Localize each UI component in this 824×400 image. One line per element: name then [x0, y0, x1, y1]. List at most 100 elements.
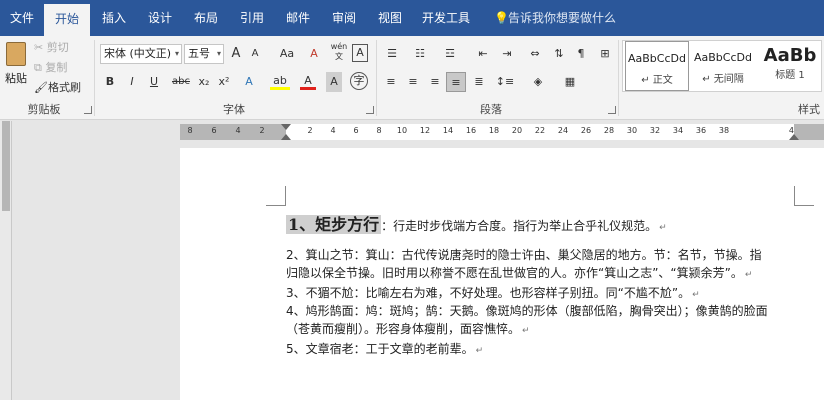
justify-button[interactable]: ≡	[446, 72, 466, 92]
style-no-spacing[interactable]: AaBbCcDd ↵ 无间隔	[691, 41, 755, 91]
line-text: 5、文章宿老：工于文章的老前辈。	[286, 342, 474, 356]
increase-indent-button[interactable]: ⇥	[498, 44, 516, 64]
line-text: 4、鸠形鹄面：鸠：斑鸠；鹄：天鹅。像斑鸠的形体（腹部低陷，胸骨突出）；像黄鹄的脸…	[286, 304, 768, 318]
shrink-font-button[interactable]: A	[248, 44, 262, 64]
grow-font-button[interactable]: A	[228, 44, 244, 64]
italic-button[interactable]: I	[124, 72, 140, 92]
copy-button[interactable]: ⧉ 复制	[34, 58, 78, 78]
body-line[interactable]: 5、文章宿老：工于文章的老前辈。 ↵	[286, 340, 483, 360]
underline-button[interactable]: U	[146, 72, 162, 92]
body-line[interactable]: 归隐以保全节操。旧时用以称誉不愿在乱世做官的人。亦作“箕山之志”、“箕颍余芳”。…	[286, 264, 752, 284]
font-size-select[interactable]: 五号 ▾	[184, 44, 224, 64]
paragraph-launcher-icon[interactable]	[608, 106, 616, 114]
tab-review[interactable]: 审阅	[322, 0, 366, 36]
body-line[interactable]: 4、鸠形鹄面：鸠：斑鸠；鹄：天鹅。像斑鸠的形体（腹部低陷，胸骨突出）；像黄鹄的脸…	[286, 302, 768, 320]
font-name-value: 宋体 (中文正)	[104, 47, 172, 60]
borders-button[interactable]: ▦	[560, 72, 580, 92]
right-indent-marker-icon[interactable]	[789, 134, 799, 140]
change-case-button[interactable]: Aa	[274, 44, 300, 64]
tab-view[interactable]: 视图	[368, 0, 412, 36]
style-heading-1[interactable]: AaBb 标题 1	[757, 41, 823, 91]
body-line[interactable]: （苍黄而瘦削）。形容身体瘦削，面容憔悴。 ↵	[286, 320, 530, 340]
cut-button[interactable]: ✂ 剪切	[34, 38, 78, 58]
line-text: 归隐以保全节操。旧时用以称誉不愿在乱世做官的人。亦作“箕山之志”、“箕颍余芳”。	[286, 266, 743, 280]
outdent-icon: ⇤	[478, 47, 488, 60]
tab-mailings[interactable]: 邮件	[276, 0, 320, 36]
cut-label: 剪切	[46, 41, 69, 54]
enclose-characters-button[interactable]: 字	[350, 72, 368, 90]
body-line[interactable]: 2、箕山之节：箕山：古代传说唐尧时的隐士许由、巢父隐居的地方。节：名节，节操。指	[286, 246, 762, 264]
line-spacing-icon: ↕≡	[495, 75, 515, 88]
ruler-tick: 32	[649, 126, 661, 135]
tab-developer[interactable]: 开发工具	[414, 0, 478, 36]
ruler-tick: 6	[211, 126, 217, 135]
tab-home[interactable]: 开始	[44, 4, 90, 36]
ruler-tick: 38	[718, 126, 730, 135]
bold-button[interactable]: B	[102, 72, 118, 92]
indent-marker-icon[interactable]	[281, 124, 291, 130]
horizontal-ruler: 8 6 4 2 2 4 6 8 10 12 14 16 18 20 22 24 …	[180, 124, 824, 140]
tab-layout[interactable]: 布局	[184, 0, 228, 36]
clipboard-launcher-icon[interactable]	[84, 106, 92, 114]
strikethrough-button[interactable]: abc	[170, 72, 192, 92]
tab-file[interactable]: 文件	[0, 0, 44, 36]
paragraph-extra-button[interactable]: ⊞	[596, 44, 614, 64]
numbered-list-icon: ☷	[415, 47, 425, 60]
font-launcher-icon[interactable]	[366, 106, 374, 114]
style-preview: AaBbCcDd	[628, 52, 686, 65]
separator	[618, 40, 619, 116]
multilevel-list-button[interactable]: ☲	[440, 44, 460, 64]
numbering-button[interactable]: ☷	[410, 44, 430, 64]
format-painter-button[interactable]: 🖌格式刷	[34, 78, 86, 98]
line-text: 2、箕山之节：箕山：古代传说唐尧时的隐士许由、巢父隐居的地方。节：名节，节操。指	[286, 248, 762, 262]
style-normal[interactable]: AaBbCcDd ↵ 正文	[625, 41, 689, 91]
clipboard-group-label: 剪贴板	[27, 103, 61, 116]
tell-me-box[interactable]: 💡告诉我你想要做什么	[494, 0, 616, 36]
distributed-button[interactable]: ≣	[470, 72, 488, 92]
tab-insert[interactable]: 插入	[92, 0, 136, 36]
line-spacing-button[interactable]: ↕≡	[494, 72, 516, 92]
selected-heading-text[interactable]: 1、矩步方行	[286, 215, 382, 234]
sort-button[interactable]: ⇅	[550, 44, 568, 64]
phonetic-guide-button[interactable]: wén 文	[330, 42, 348, 62]
chinese-layout-button[interactable]: ⇔	[526, 44, 544, 64]
character-border-button[interactable]: A	[352, 44, 368, 62]
superscript-button[interactable]: x²	[216, 72, 232, 92]
tab-references[interactable]: 引用	[230, 0, 274, 36]
font-color-button[interactable]: A	[300, 72, 316, 90]
document-page[interactable]: 1、矩步方行 ：行走时步伐端方合度。指行为举止合乎礼仪规范。 ↵ 2、箕山之节：箕山…	[180, 148, 824, 400]
style-preview: AaBbCcDd	[694, 51, 752, 64]
distributed-icon: ≣	[474, 75, 484, 88]
lightbulb-icon: 💡	[494, 11, 509, 25]
decrease-indent-button[interactable]: ⇤	[474, 44, 492, 64]
align-left-button[interactable]: ≡	[382, 72, 400, 92]
ruler-tick: 4	[330, 126, 336, 135]
copy-label: 复制	[45, 61, 68, 74]
bullets-button[interactable]: ☰	[382, 44, 402, 64]
clear-formatting-button[interactable]: A	[306, 44, 322, 64]
font-name-select[interactable]: 宋体 (中文正) ▾	[100, 44, 182, 64]
shading-button[interactable]: ◈	[528, 72, 548, 92]
ruler-tick: 12	[419, 126, 431, 135]
ruler-tick: 28	[603, 126, 615, 135]
tab-design[interactable]: 设计	[138, 0, 182, 36]
paint-bucket-icon: ◈	[533, 75, 543, 88]
indent-marker-icon[interactable]	[281, 134, 291, 140]
show-marks-button[interactable]: ¶	[572, 44, 590, 64]
paste-button[interactable]: 粘贴	[2, 38, 30, 90]
ribbon-tab-bar: 文件 开始 插入 设计 布局 引用 邮件 审阅 视图 开发工具 💡告诉我你想要做…	[0, 0, 824, 36]
highlight-button[interactable]: ab	[270, 72, 290, 90]
text-effects-button[interactable]: A	[240, 72, 258, 92]
paste-label: 粘贴	[5, 72, 27, 85]
scissors-icon: ✂	[34, 41, 44, 54]
font-size-value: 五号	[188, 47, 210, 60]
ruler-tick: 18	[488, 126, 500, 135]
subscript-button[interactable]: x₂	[196, 72, 212, 92]
body-line[interactable]: 3、不猸不尬：比喻左右为难，不好处理。也形容样子别扭。同“不尴不尬”。 ↵	[286, 284, 700, 304]
align-right-button[interactable]: ≡	[426, 72, 444, 92]
align-center-button[interactable]: ≡	[404, 72, 422, 92]
ruler-tick: 26	[580, 126, 592, 135]
ruler-tick: 4	[235, 126, 241, 135]
character-shading-button[interactable]: A	[326, 72, 342, 92]
heading-paragraph[interactable]: 1、矩步方行 ：行走时步伐端方合度。指行为举止合乎礼仪规范。 ↵	[286, 214, 667, 239]
